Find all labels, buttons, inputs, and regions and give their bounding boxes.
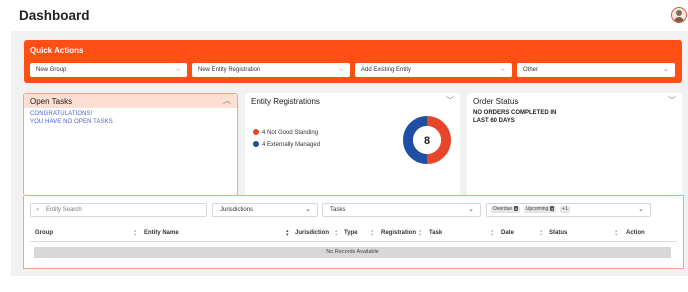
column-header-action: Action bbox=[626, 230, 645, 236]
entity-registrations-title: Entity Registrations bbox=[251, 97, 320, 106]
avatar-body bbox=[674, 17, 684, 22]
entity-search-placeholder: Entity Search bbox=[46, 207, 82, 213]
sort-icon[interactable]: ▴ ▾ bbox=[134, 229, 137, 238]
chevron-down-icon[interactable]: ﹀ bbox=[668, 95, 676, 106]
entity-donut-chart[interactable]: 8 bbox=[402, 115, 452, 165]
more-chip[interactable]: +1 bbox=[560, 206, 570, 213]
overdue-chip[interactable]: Overdue x bbox=[491, 206, 521, 213]
search-icon: ⌕ bbox=[36, 207, 40, 213]
column-header-jurisdiction[interactable]: Jurisdiction bbox=[295, 230, 329, 236]
arrow-right-icon: → bbox=[174, 66, 181, 73]
upcoming-chip-label: Upcoming bbox=[525, 206, 549, 212]
arrow-right-icon: → bbox=[337, 66, 344, 73]
new-group-button[interactable]: New Group → bbox=[30, 63, 187, 77]
order-status-message: NO ORDERS COMPLETED IN bbox=[473, 110, 557, 116]
legend-dot bbox=[253, 141, 259, 147]
legend-not-good-standing: 4 Not Good Standing bbox=[253, 129, 318, 136]
column-header-entity-name[interactable]: Entity Name bbox=[144, 230, 179, 236]
add-existing-entity-button[interactable]: Add Existing Entity → bbox=[355, 63, 512, 77]
empty-table-message: No Records Available bbox=[34, 247, 671, 258]
add-existing-entity-label: Add Existing Entity bbox=[361, 67, 412, 73]
legend-dot bbox=[253, 129, 259, 135]
chevron-up-icon[interactable]: ︿ bbox=[223, 95, 231, 106]
sort-icon[interactable]: ▴ ▾ bbox=[419, 229, 422, 238]
column-header-task[interactable]: Task bbox=[429, 230, 442, 236]
column-header-date[interactable]: Date bbox=[501, 230, 514, 236]
entity-search-input[interactable]: ⌕ Entity Search bbox=[30, 203, 207, 217]
sort-icon[interactable]: ▴ ▾ bbox=[615, 229, 618, 238]
order-status-period: LAST 60 DAYS bbox=[473, 118, 515, 124]
open-tasks-card: Open Tasks ︿ CONGRATULATIONS! YOU HAVE N… bbox=[23, 93, 238, 196]
open-tasks-congrats: CONGRATULATIONS! bbox=[30, 111, 93, 117]
arrow-right-icon: → bbox=[499, 66, 506, 73]
column-header-status[interactable]: Status bbox=[549, 230, 567, 236]
entity-registrations-card: Entity Registrations ﹀ 4 Not Good Standi… bbox=[245, 93, 460, 196]
column-header-registration[interactable]: Registration bbox=[381, 230, 416, 236]
chevron-down-icon: ⌄ bbox=[305, 206, 311, 213]
new-group-label: New Group bbox=[36, 67, 67, 73]
new-entity-registration-button[interactable]: New Entity Registration → bbox=[192, 63, 350, 77]
user-avatar-icon[interactable] bbox=[671, 7, 687, 23]
other-select[interactable]: Other ⌄ bbox=[517, 63, 675, 77]
quick-actions-panel: Quick Actions New Group → New Entity Reg… bbox=[24, 40, 682, 83]
legend-label: 4 Externally Managed bbox=[262, 142, 321, 148]
tasks-label: Tasks bbox=[330, 207, 346, 213]
panel-border bbox=[237, 195, 684, 196]
overdue-chip-label: Overdue bbox=[493, 206, 513, 212]
page-title: Dashboard bbox=[19, 8, 90, 23]
top-header: Dashboard bbox=[0, 0, 688, 30]
new-entity-registration-label: New Entity Registration bbox=[198, 67, 261, 73]
open-tasks-title: Open Tasks bbox=[30, 97, 73, 106]
open-tasks-empty-message: YOU HAVE NO OPEN TASKS bbox=[30, 119, 113, 125]
sort-icon[interactable]: ▴ ▾ bbox=[371, 229, 374, 238]
open-tasks-header[interactable]: Open Tasks ︿ bbox=[24, 94, 237, 108]
date-filter-select[interactable]: Overdue x Upcoming x +1 ⌄ bbox=[486, 203, 651, 217]
close-icon[interactable]: x bbox=[550, 206, 555, 211]
jurisdictions-label: Jurisdictions bbox=[220, 207, 254, 213]
chevron-down-icon: ⌄ bbox=[663, 66, 669, 73]
jurisdictions-select[interactable]: Jurisdictions ⌄ bbox=[212, 203, 318, 217]
other-select-value: Other bbox=[523, 67, 539, 73]
chevron-down-icon[interactable]: ﹀ bbox=[446, 95, 454, 106]
sort-icon[interactable]: ▴ ▾ bbox=[286, 229, 289, 238]
donut-total-label: 8 bbox=[424, 135, 430, 147]
chevron-down-icon: ⌄ bbox=[468, 206, 474, 213]
avatar-head bbox=[676, 10, 682, 16]
upcoming-chip[interactable]: Upcoming x bbox=[523, 206, 557, 213]
order-status-card: Order Status ﹀ NO ORDERS COMPLETED IN LA… bbox=[467, 93, 682, 196]
chevron-down-icon: ⌄ bbox=[638, 206, 644, 213]
quick-actions-title: Quick Actions bbox=[30, 46, 84, 55]
tasks-select[interactable]: Tasks ⌄ bbox=[322, 203, 481, 217]
sort-icon[interactable]: ▴ ▾ bbox=[491, 229, 494, 238]
table-header: Group ▴ ▾ Entity Name ▴ ▾ Jurisdiction ▴ ▾ … bbox=[30, 226, 677, 242]
column-header-type[interactable]: Type bbox=[344, 230, 358, 236]
legend-label: 4 Not Good Standing bbox=[262, 130, 319, 136]
sort-icon[interactable]: ▴ ▾ bbox=[540, 229, 543, 238]
legend-externally-managed: 4 Externally Managed bbox=[253, 141, 320, 148]
column-header-group[interactable]: Group bbox=[35, 230, 53, 236]
order-status-title: Order Status bbox=[473, 97, 519, 106]
sort-icon[interactable]: ▴ ▾ bbox=[335, 229, 338, 238]
close-icon[interactable]: x bbox=[514, 206, 519, 211]
